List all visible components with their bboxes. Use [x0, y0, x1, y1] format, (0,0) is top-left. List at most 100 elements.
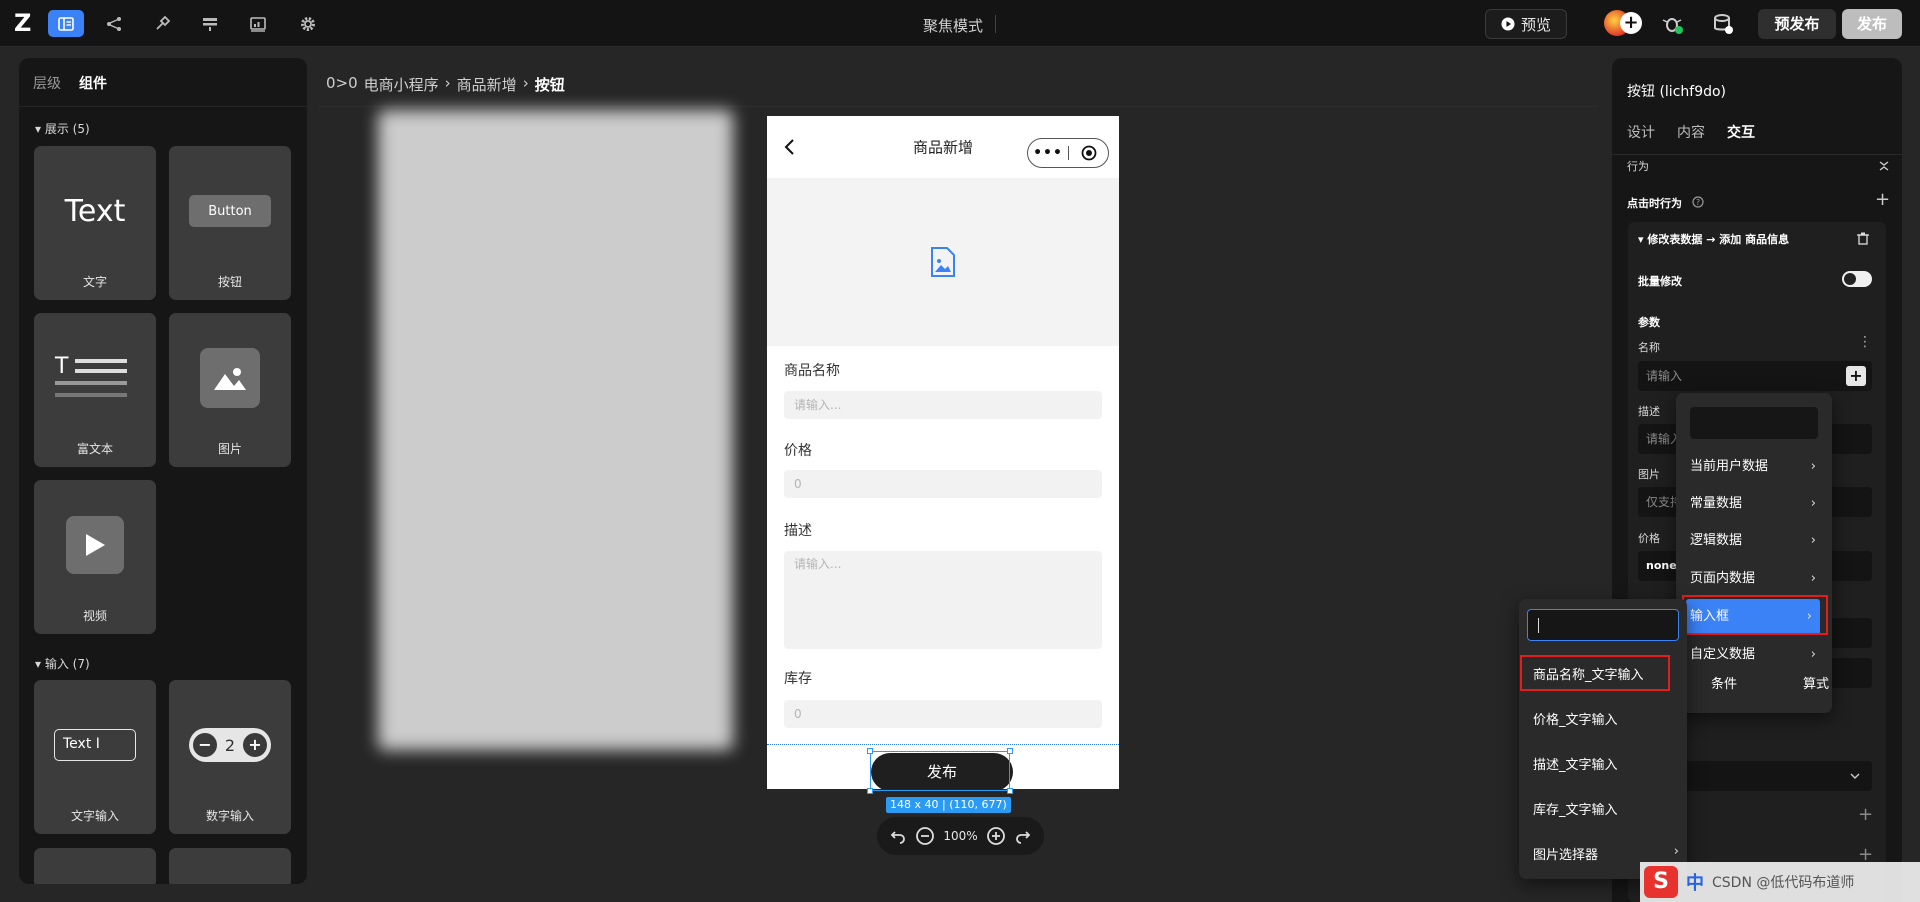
selection-guide	[767, 744, 1119, 745]
plugin-icon[interactable]	[144, 10, 180, 37]
preview-button[interactable]: 预览	[1485, 9, 1567, 39]
name-param-input[interactable]: 请输入	[1638, 361, 1872, 391]
menu-item-custom-data[interactable]: 自定义数据 ›	[1690, 637, 1818, 673]
action-title[interactable]: ▾ 修改表数据 → 添加 商品信息	[1638, 231, 1789, 247]
formula-button[interactable]: 算式	[1803, 673, 1829, 692]
description-textarea[interactable]: 请输入...	[784, 551, 1102, 649]
top-bar: Z 聚焦模式 预览 + 预发布 发布	[0, 0, 1920, 47]
data-source-search[interactable]	[1690, 407, 1818, 439]
add-icon[interactable]: +	[1858, 804, 1873, 825]
breadcrumb-current: 按钮	[534, 76, 565, 94]
insert-variable-icon[interactable]: +	[1846, 366, 1866, 386]
logic-flow-icon[interactable]	[96, 10, 132, 37]
zoom-out-icon[interactable]	[915, 826, 935, 846]
selected-component-title: 按钮 (lichf9do)	[1627, 84, 1727, 100]
sogou-ime-icon[interactable]: S	[1644, 866, 1678, 898]
menu-item-price-input[interactable]: 价格_文字输入	[1533, 709, 1618, 728]
component-card[interactable]	[34, 848, 156, 884]
stock-input[interactable]: 0	[784, 700, 1102, 728]
image-file-icon	[931, 247, 955, 277]
collapse-icon[interactable]	[1878, 160, 1890, 172]
zoom-in-icon[interactable]	[986, 826, 1006, 846]
component-image-card[interactable]: 图片	[169, 313, 291, 467]
debug-bug-icon[interactable]	[1661, 12, 1685, 36]
price-input[interactable]: 0	[784, 470, 1102, 498]
card-label: 图片	[217, 442, 242, 456]
image-icon	[200, 348, 260, 408]
breadcrumb-separator: ›	[444, 74, 451, 92]
submit-button[interactable]: 发布	[871, 753, 1013, 789]
component-text-input-card[interactable]: Text I 文字输入	[34, 680, 156, 834]
highlight-annotation	[1520, 655, 1670, 691]
menu-item-constants[interactable]: 常量数据 ›	[1690, 486, 1818, 522]
data-table-icon[interactable]	[192, 10, 228, 37]
phone-canvas: 商品新增 ••• 商品名称 请输入... 价格 0 描述 请输入... 库存 0…	[767, 116, 1119, 789]
app-logo[interactable]: Z	[14, 9, 40, 37]
menu-item-current-user[interactable]: 当前用户数据 ›	[1690, 449, 1818, 485]
breadcrumb-app[interactable]: 电商小程序	[364, 74, 439, 95]
dashboard-icon[interactable]	[240, 10, 276, 37]
component-number-input-card[interactable]: − 2 + 数字输入	[169, 680, 291, 834]
input-search[interactable]	[1527, 609, 1679, 641]
batch-edit-toggle[interactable]	[1842, 271, 1872, 287]
condition-button[interactable]: 条件	[1711, 673, 1737, 692]
more-icon[interactable]: •••	[1028, 145, 1068, 161]
add-behavior-icon[interactable]: +	[1875, 189, 1890, 210]
component-button-card[interactable]: Button 按钮	[169, 146, 291, 300]
help-icon[interactable]: ?	[1692, 196, 1704, 208]
zoom-level: 100%	[943, 829, 978, 843]
menu-item-label: 当前用户数据	[1690, 459, 1769, 474]
divider	[19, 106, 307, 107]
ime-language[interactable]: 中	[1686, 869, 1704, 895]
miniprogram-capsule[interactable]: •••	[1027, 138, 1109, 168]
highlight-annotation	[1682, 595, 1828, 635]
undo-icon[interactable]	[889, 827, 907, 845]
component-text-card[interactable]: Text 文字	[34, 146, 156, 300]
settings-gear-icon[interactable]	[290, 10, 326, 37]
richtext-icon: T	[54, 354, 127, 397]
component-card[interactable]	[169, 848, 291, 884]
component-richtext-card[interactable]: T 富文本	[34, 313, 156, 467]
breadcrumb-page[interactable]: 商品新增	[457, 74, 517, 95]
component-video-card[interactable]: 视频	[34, 480, 156, 634]
menu-item-stock-input[interactable]: 库存_文字输入	[1533, 799, 1618, 818]
field-label-description: 描述	[784, 523, 812, 539]
database-icon[interactable]	[1711, 12, 1735, 36]
tab-components[interactable]: 组件	[79, 73, 107, 93]
name-input[interactable]: 请输入...	[784, 391, 1102, 419]
publish-button[interactable]: 发布	[1842, 9, 1902, 39]
menu-item-logic[interactable]: 逻辑数据 ›	[1690, 523, 1818, 559]
prepublish-button[interactable]: 预发布	[1758, 9, 1836, 39]
menu-item-label: 自定义数据	[1690, 647, 1756, 662]
close-capsule-icon[interactable]	[1069, 145, 1108, 161]
name-param-label: 名称	[1638, 341, 1660, 354]
breadcrumb-prefix: 0>0	[326, 74, 358, 92]
more-vertical-icon[interactable]: ⋮	[1858, 334, 1872, 350]
add-collaborator-icon[interactable]: +	[1620, 12, 1642, 34]
image-placeholder[interactable]	[767, 178, 1119, 346]
redo-icon[interactable]	[1014, 827, 1032, 845]
menu-item-page-data[interactable]: 页面内数据 ›	[1690, 561, 1818, 597]
image-param-label: 图片	[1638, 468, 1660, 481]
chevron-down-icon	[1850, 773, 1860, 779]
section-input-header[interactable]: ▾ 输入 (7)	[35, 655, 90, 672]
tab-layers[interactable]: 层级	[33, 73, 61, 93]
tab-content[interactable]: 内容	[1677, 122, 1705, 142]
card-label: 数字输入	[205, 809, 254, 823]
tab-interaction[interactable]: 交互	[1727, 122, 1755, 142]
menu-item-image-picker[interactable]: 图片选择器 ›	[1533, 844, 1679, 863]
card-label: 视频	[82, 609, 107, 623]
number-stepper-preview: − 2 +	[189, 728, 271, 762]
card-label: 富文本	[76, 442, 113, 456]
section-display-header[interactable]: ▾ 展示 (5)	[35, 120, 90, 137]
breadcrumb-separator: ›	[522, 74, 529, 92]
chevron-right-icon: ›	[1810, 647, 1816, 662]
desc-param-label: 描述	[1638, 405, 1660, 418]
tab-design[interactable]: 设计	[1627, 122, 1655, 142]
watermark-text: CSDN @低代码布道师	[1712, 875, 1855, 891]
menu-item-description-input[interactable]: 描述_文字输入	[1533, 754, 1618, 773]
section-display-title: 展示 (5)	[44, 122, 90, 136]
pages-tool-icon[interactable]	[48, 10, 84, 37]
focus-mode-title: 聚焦模式	[923, 17, 984, 35]
delete-trash-icon[interactable]	[1857, 232, 1869, 245]
